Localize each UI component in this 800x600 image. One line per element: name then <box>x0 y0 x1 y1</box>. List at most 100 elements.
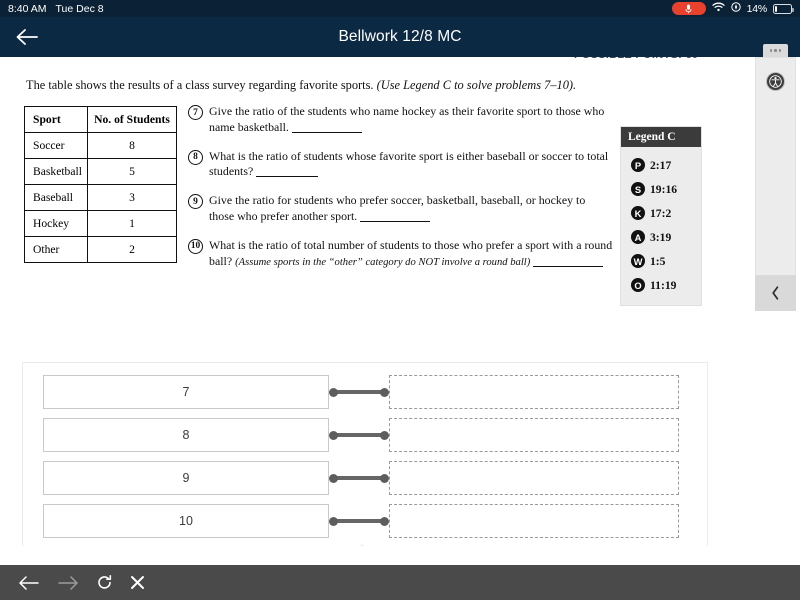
question-number: 8 <box>188 149 203 165</box>
legend-badge-icon: O <box>631 278 645 292</box>
browser-back-button[interactable] <box>18 575 40 591</box>
cell-count: 3 <box>87 184 177 211</box>
legend-list: P 2:17 S 19:16 K 17:2 A 3:19 W 1:5 O 11:… <box>621 147 701 305</box>
accessibility-icon[interactable] <box>766 72 785 91</box>
questions-list: 7 Give the ratio of the students who nam… <box>188 104 613 283</box>
question-text-wrap: Give the ratio of the students who name … <box>209 104 613 136</box>
reload-icon <box>98 575 112 589</box>
prompt-box: 10 <box>43 504 329 538</box>
legend-item: K 17:2 <box>621 201 701 225</box>
status-time: 8:40 AM <box>8 2 47 15</box>
prompt-box: 7 <box>43 375 329 409</box>
status-bar-right: 14% <box>671 2 794 15</box>
close-icon <box>131 576 144 589</box>
prompt-box: 8 <box>43 418 329 452</box>
question-text: Give the ratio for students who prefer s… <box>209 193 586 224</box>
tool-rail <box>755 57 796 289</box>
back-button[interactable] <box>0 17 54 57</box>
question-text-wrap: What is the ratio of students whose favo… <box>209 149 613 181</box>
browser-close-button[interactable] <box>130 575 145 590</box>
legend-value: 17:2 <box>650 206 672 220</box>
table-header-students: No. of Students <box>87 106 177 133</box>
legend-item: O 11:19 <box>621 273 701 297</box>
cell-sport: Baseball <box>24 184 88 211</box>
browser-bottom-bar <box>0 565 800 600</box>
matching-panel: 7 8 9 10 <box>22 362 708 546</box>
arrow-left-icon <box>19 575 39 590</box>
question-text-wrap: Give the ratio for students who prefer s… <box>209 193 613 225</box>
intro-note: (Use Legend C to solve problems 7–10). <box>376 78 577 92</box>
legend-value: 11:19 <box>650 278 677 292</box>
legend-item: W 1:5 <box>621 249 701 273</box>
legend-title: Legend C <box>621 127 701 147</box>
wifi-icon <box>711 2 725 15</box>
arrow-right-icon <box>58 575 78 590</box>
chevron-left-icon <box>772 286 779 300</box>
table-row: Baseball 3 <box>24 184 177 211</box>
connector-line <box>329 429 389 441</box>
match-row: 10 <box>43 504 679 538</box>
question-text: What is the ratio of students whose favo… <box>209 148 609 179</box>
question-item: 7 Give the ratio of the students who nam… <box>188 104 613 136</box>
cell-sport: Other <box>24 236 88 263</box>
connector-line <box>329 472 389 484</box>
question-note: (Assume sports in the “other” category d… <box>235 256 531 268</box>
app-title-bar: Bellwork 12/8 MC <box>0 17 800 57</box>
cell-count: 5 <box>87 158 177 185</box>
match-row: 9 <box>43 461 679 495</box>
survey-table: Sport No. of Students Soccer 8 Basketbal… <box>24 106 177 263</box>
cell-count: 2 <box>87 236 177 263</box>
intro-text: The table shows the results of a class s… <box>26 78 377 92</box>
connector-line <box>329 386 389 398</box>
answer-blank[interactable] <box>256 176 319 178</box>
table-row: Soccer 8 <box>24 132 177 159</box>
legend-badge-icon: K <box>631 206 645 220</box>
table-row: Hockey 1 <box>24 210 177 237</box>
question-number: 7 <box>188 105 203 120</box>
legend-value: 19:16 <box>650 182 678 196</box>
legend-badge-icon: W <box>631 254 645 268</box>
legend-badge-icon: A <box>631 230 645 244</box>
legend-item: A 3:19 <box>621 225 701 249</box>
browser-forward-button[interactable] <box>57 575 79 591</box>
drop-zone[interactable] <box>389 461 679 495</box>
answer-blank[interactable] <box>533 265 604 267</box>
drop-zone[interactable] <box>389 418 679 452</box>
browser-reload-button[interactable] <box>96 574 113 591</box>
cell-count: 1 <box>87 210 177 237</box>
legend-panel: Legend C P 2:17 S 19:16 K 17:2 A 3:19 W … <box>620 126 702 306</box>
possible-points-label: POSSIBLE POINTS: 60 <box>574 57 751 60</box>
cell-sport: Basketball <box>24 158 88 185</box>
legend-item: P 2:17 <box>621 153 701 177</box>
prompt-box: 9 <box>43 461 329 495</box>
question-text: Give the ratio of the students who name … <box>209 104 605 134</box>
drop-zone[interactable] <box>389 504 679 538</box>
answer-blank[interactable] <box>291 131 362 133</box>
microphone-icon <box>671 2 706 15</box>
table-header-sport: Sport <box>24 106 88 133</box>
tablet-screen: 8:40 AM Tue Dec 8 14% Bellwork 12/8 MC T… <box>0 0 800 600</box>
drop-zone[interactable] <box>389 375 679 409</box>
cell-sport: Hockey <box>24 210 88 237</box>
answer-blank[interactable] <box>360 221 431 223</box>
question-item: 10 What is the ratio of total number of … <box>188 238 613 270</box>
legend-badge-icon: S <box>631 182 645 196</box>
legend-value: 2:17 <box>650 158 672 172</box>
legend-value: 1:5 <box>650 254 666 268</box>
tray-caret-icon <box>348 544 376 546</box>
back-arrow-icon <box>16 29 38 45</box>
table-header-row: Sport No. of Students <box>24 106 177 133</box>
cell-count: 8 <box>87 132 177 159</box>
rail-collapse-button[interactable] <box>755 275 796 311</box>
legend-item: S 19:16 <box>621 177 701 201</box>
worksheet-intro: The table shows the results of a class s… <box>26 78 596 94</box>
rail-grip-tab[interactable] <box>763 44 788 57</box>
ios-status-bar: 8:40 AM Tue Dec 8 14% <box>0 0 800 17</box>
legend-badge-icon: P <box>631 158 645 172</box>
location-icon <box>730 2 741 15</box>
match-row: 7 <box>43 375 679 409</box>
battery-percent: 14% <box>746 2 768 15</box>
status-date: Tue Dec 8 <box>55 2 104 15</box>
connector-line <box>329 515 389 527</box>
legend-value: 3:19 <box>650 230 672 244</box>
